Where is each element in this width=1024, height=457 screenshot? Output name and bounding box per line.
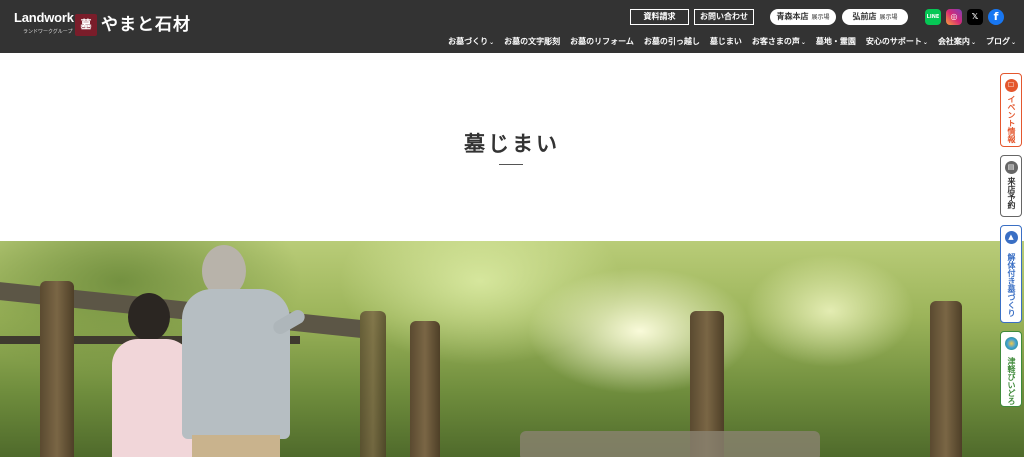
contact-button[interactable]: お問い合わせ xyxy=(694,9,754,25)
yamato-seal-logo[interactable]: 墓 xyxy=(75,14,97,36)
nav-item-company[interactable]: 会社案内⌄ xyxy=(938,36,976,47)
side-tab-label: 来店予約 xyxy=(1007,177,1016,209)
landwork-group-caption: ランドワークグループ xyxy=(23,29,73,35)
branch-sub: 展示場 xyxy=(811,14,830,21)
elderly-man xyxy=(180,245,308,457)
tree-trunk xyxy=(360,311,386,457)
tree-trunk xyxy=(930,301,962,457)
side-tab-dismantle-build[interactable]: ▲ 解体付き墓づくり xyxy=(1000,225,1022,323)
side-tab-events[interactable]: ☐ イベント情報 xyxy=(1000,73,1022,147)
chevron-down-icon: ⌄ xyxy=(489,39,495,46)
request-materials-button[interactable]: 資料請求 xyxy=(630,9,689,25)
tree-trunk xyxy=(410,321,440,457)
side-tab-label: 解体付き墓づくり xyxy=(1007,253,1016,317)
nav-item-voices[interactable]: お客さまの声⌄ xyxy=(752,36,806,47)
branch-sub: 展示場 xyxy=(879,14,898,21)
side-tab-reservation[interactable]: ▤ 来店予約 xyxy=(1000,155,1022,217)
nav-item-cemetery[interactable]: 墓地・霊園 xyxy=(816,36,856,47)
grave-icon: ▲ xyxy=(1004,231,1018,244)
shop-icon: ▤ xyxy=(1004,161,1018,174)
glass-icon xyxy=(1004,337,1018,350)
side-tab-label: 津軽びいどろ xyxy=(1007,357,1016,405)
company-name[interactable]: やまと石材 xyxy=(101,13,191,37)
branch-name: 弘前店 xyxy=(852,12,877,21)
tree-trunk xyxy=(40,281,74,457)
facebook-icon[interactable]: f xyxy=(988,9,1004,25)
nav-item-haka-zukuri[interactable]: お墓づくり⌄ xyxy=(448,36,494,47)
nav-item-blog[interactable]: ブログ⌄ xyxy=(986,36,1016,47)
landwork-logo[interactable]: Landwork ランドワークグループ xyxy=(14,10,74,36)
side-tab-tsugaru-vidro[interactable]: 津軽びいどろ xyxy=(1000,331,1022,407)
branch-name: 青森本店 xyxy=(776,12,809,21)
site-header: Landwork ランドワークグループ 墓 やまと石材 資料請求 お問い合わせ … xyxy=(0,0,1024,53)
nav-item-engraving[interactable]: お墓の文字彫刻 xyxy=(504,36,560,47)
landwork-wordmark: Landwork xyxy=(14,10,74,25)
chevron-down-icon: ⌄ xyxy=(800,39,806,46)
hero-image xyxy=(0,241,1024,457)
x-icon[interactable]: 𝕏 xyxy=(967,9,983,25)
stone-path xyxy=(520,431,820,457)
page-title: 墓じまい xyxy=(464,131,560,156)
nav-item-reform[interactable]: お墓のリフォーム xyxy=(570,36,634,47)
instagram-icon[interactable]: ◎ xyxy=(946,9,962,25)
chevron-down-icon: ⌄ xyxy=(970,39,976,46)
nav-item-hakajimai[interactable]: 墓じまい xyxy=(710,36,742,47)
chevron-down-icon: ⌄ xyxy=(1010,39,1016,46)
side-tab-label: イベント情報 xyxy=(1007,95,1016,143)
line-icon[interactable]: LINE xyxy=(925,9,941,25)
title-underline xyxy=(499,164,523,165)
main-nav: お墓づくり⌄ お墓の文字彫刻 お墓のリフォーム お墓の引っ越し 墓じまい お客さ… xyxy=(438,36,1016,47)
branch-aomori-button[interactable]: 青森本店 展示場 xyxy=(770,9,836,25)
event-icon: ☐ xyxy=(1004,79,1018,92)
chevron-down-icon: ⌄ xyxy=(922,39,928,46)
branch-hirosaki-button[interactable]: 弘前店 展示場 xyxy=(842,9,908,25)
nav-item-relocation[interactable]: お墓の引っ越し xyxy=(644,36,700,47)
nav-item-support[interactable]: 安心のサポート⌄ xyxy=(866,36,928,47)
